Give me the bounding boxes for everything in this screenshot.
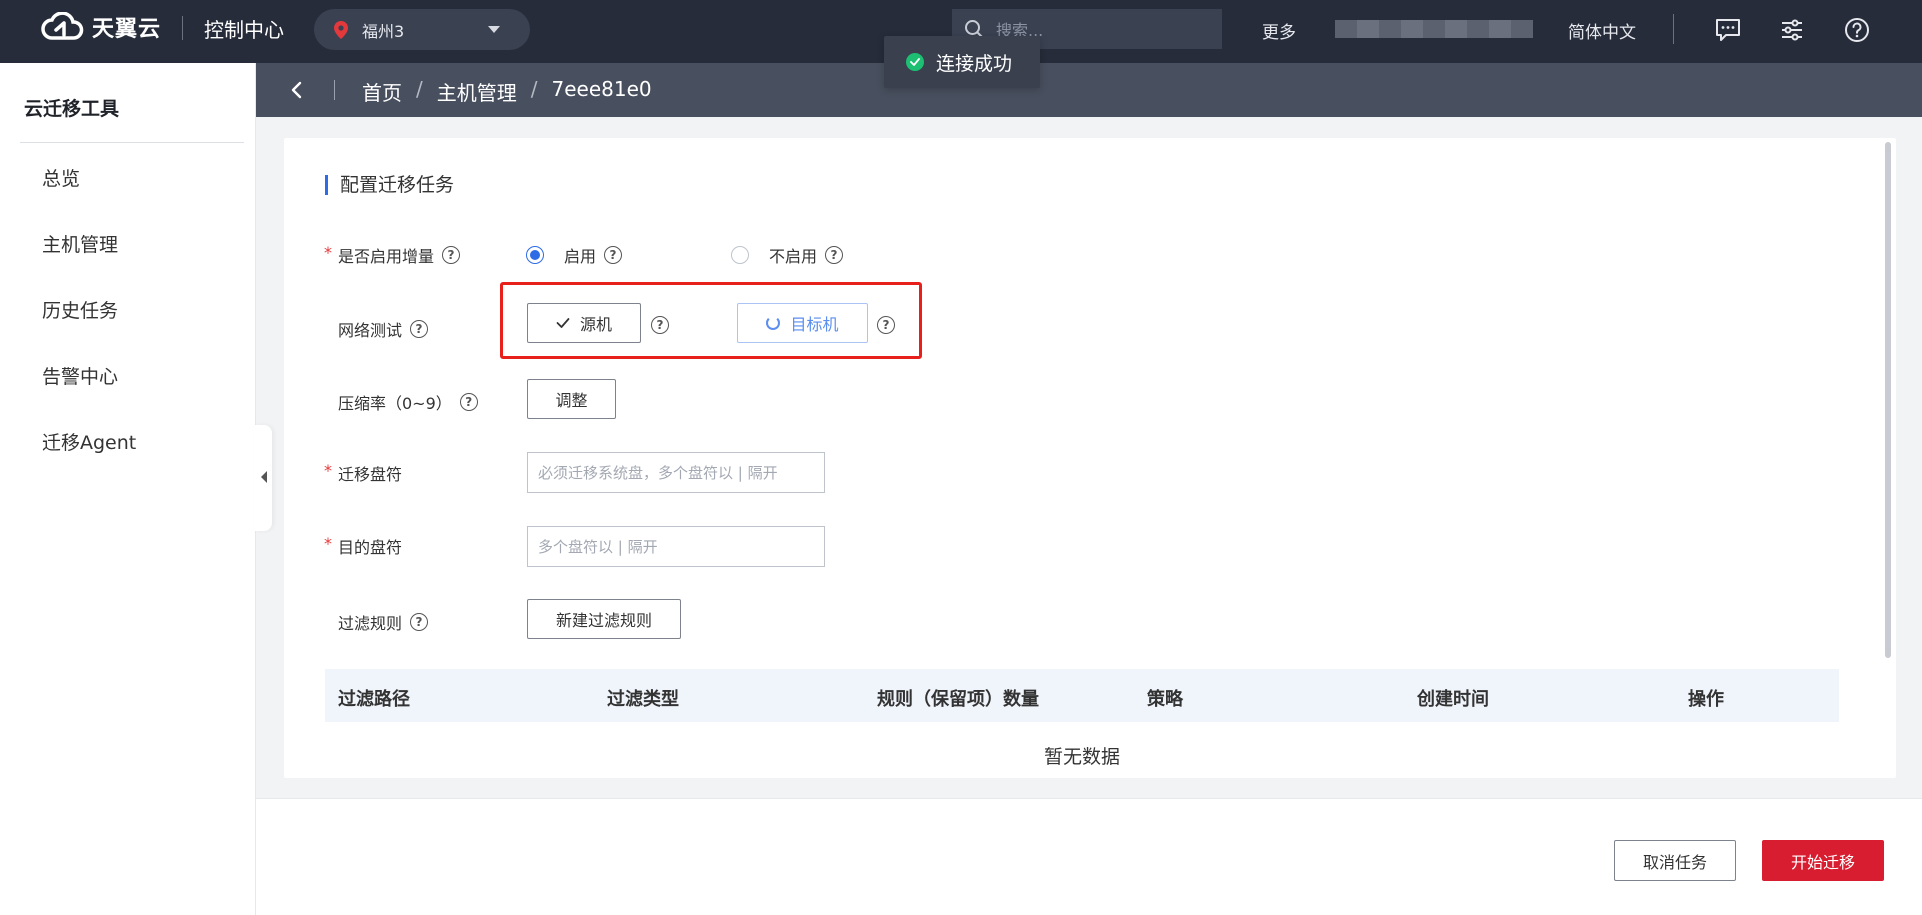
network-test-label: 网络测试 <box>338 321 403 340</box>
console-title[interactable]: 控制中心 <box>204 14 284 43</box>
required-mark: * <box>324 461 332 480</box>
account-name-masked[interactable] <box>1335 20 1533 38</box>
filter-rules-field-label: 过滤规则 ? <box>338 610 429 634</box>
target-machine-label: 目标机 <box>790 315 839 334</box>
sidebar-item-migration-agent[interactable]: 迁移Agent <box>42 428 136 455</box>
help-icon[interactable]: ? <box>459 393 478 411</box>
filter-rules-table-header: 过滤路径 过滤类型 规则（保留项）数量 策略 创建时间 操作 <box>325 669 1839 722</box>
help-icon[interactable]: ? <box>877 316 895 334</box>
sidebar-collapse-handle[interactable] <box>254 425 272 531</box>
migrate-drive-input[interactable]: 必须迁移系统盘，多个盘符以 | 隔开 <box>527 452 825 493</box>
section-title: 配置迁移任务 <box>325 175 454 195</box>
new-filter-rule-button[interactable]: 新建过滤规则 <box>527 599 681 639</box>
sidebar-title: 云迁移工具 <box>24 98 120 120</box>
region-name: 福州3 <box>362 21 405 41</box>
incremental-field-label: 是否启用增量 ? <box>338 243 461 267</box>
required-mark: * <box>324 534 332 553</box>
loading-spinner-icon <box>766 316 781 330</box>
toast-message: 连接成功 <box>936 52 1013 75</box>
new-filter-rule-label: 新建过滤规则 <box>555 611 652 630</box>
help-icon[interactable]: ? <box>410 320 429 338</box>
adjust-compression-button[interactable]: 调整 <box>527 379 616 419</box>
sidebar-item-host-management[interactable]: 主机管理 <box>42 230 118 257</box>
column-header: 创建时间 <box>1417 689 1489 710</box>
help-icon[interactable]: ? <box>651 316 669 334</box>
scrollbar[interactable] <box>1885 142 1891 658</box>
divider <box>20 142 244 143</box>
target-machine-test-button[interactable]: 目标机 <box>737 303 868 343</box>
back-button[interactable] <box>284 77 310 103</box>
dest-drive-input[interactable]: 多个盘符以 | 隔开 <box>527 526 825 567</box>
sidebar-item-alert-center[interactable]: 告警中心 <box>42 362 118 389</box>
sidebar: 云迁移工具 总览 主机管理 历史任务 告警中心 迁移Agent <box>0 63 256 915</box>
compression-label: 压缩率（0~9） <box>338 394 452 413</box>
breadcrumb-separator: / <box>530 77 538 101</box>
cloud-logo-icon <box>41 12 84 40</box>
column-header: 操作 <box>1688 689 1724 710</box>
radio-enable[interactable]: 启用 ? <box>526 243 623 267</box>
breadcrumb-separator: / <box>416 77 423 101</box>
divider <box>182 16 183 40</box>
start-migration-label: 开始迁移 <box>1790 852 1855 872</box>
sidebar-item-history-tasks[interactable]: 历史任务 <box>42 296 118 323</box>
migrate-drive-placeholder: 必须迁移系统盘，多个盘符以 | 隔开 <box>538 464 778 482</box>
column-header: 过滤类型 <box>607 689 679 710</box>
radio-disable[interactable]: 不启用 ? <box>731 243 844 267</box>
more-menu[interactable]: 更多 <box>1262 18 1296 43</box>
network-test-field-label: 网络测试 ? <box>338 317 429 341</box>
caret-left-icon <box>261 471 267 483</box>
sidebar-item-overview[interactable]: 总览 <box>42 164 80 191</box>
breadcrumb: 首页 / 主机管理 / 7eee81e0 <box>362 77 652 106</box>
required-mark: * <box>324 243 332 262</box>
help-icon[interactable]: ? <box>442 246 461 264</box>
radio-checked <box>526 246 544 264</box>
migrate-drive-label: 迁移盘符 <box>338 465 403 484</box>
column-header: 过滤路径 <box>338 689 410 710</box>
source-machine-test-button[interactable]: 源机 <box>527 303 641 343</box>
breadcrumb-home[interactable]: 首页 <box>362 77 402 106</box>
help-icon[interactable]: ? <box>410 613 429 631</box>
success-toast: 连接成功 <box>884 36 1040 88</box>
radio-enable-label: 启用 <box>564 247 597 266</box>
language-selector[interactable]: 简体中文 <box>1568 18 1636 43</box>
check-icon <box>556 318 570 328</box>
dest-drive-label: 目的盘符 <box>338 538 403 557</box>
source-machine-label: 源机 <box>579 315 612 334</box>
column-header: 策略 <box>1147 689 1183 710</box>
chevron-down-icon <box>488 26 500 33</box>
success-check-icon <box>906 53 924 71</box>
column-header: 规则（保留项）数量 <box>877 689 1039 710</box>
sliders-icon[interactable] <box>1778 16 1806 44</box>
incremental-label: 是否启用增量 <box>338 247 435 266</box>
brand-name: 天翼云 <box>92 17 162 42</box>
cancel-task-button[interactable]: 取消任务 <box>1614 840 1736 881</box>
region-selector[interactable]: 福州3 <box>314 9 530 50</box>
cancel-task-label: 取消任务 <box>1642 852 1707 872</box>
dest-drive-placeholder: 多个盘符以 | 隔开 <box>538 538 658 556</box>
breadcrumb-host-management[interactable]: 主机管理 <box>437 77 517 106</box>
start-migration-button[interactable]: 开始迁移 <box>1762 840 1884 881</box>
help-icon[interactable] <box>1843 16 1871 44</box>
message-icon[interactable] <box>1714 16 1742 44</box>
filter-rules-label: 过滤规则 <box>338 614 403 633</box>
breadcrumb-bar: 首页 / 主机管理 / 7eee81e0 <box>256 63 1922 117</box>
divider <box>1673 14 1674 44</box>
adjust-label: 调整 <box>555 391 588 410</box>
help-icon[interactable]: ? <box>825 246 844 264</box>
radio-unchecked <box>731 246 749 264</box>
divider <box>334 80 335 100</box>
radio-disable-label: 不启用 <box>769 247 818 266</box>
table-empty-text: 暂无数据 <box>1044 746 1121 768</box>
brand-logo[interactable]: 天翼云 <box>40 11 161 43</box>
compression-field-label: 压缩率（0~9） ? <box>338 390 478 414</box>
location-pin-icon <box>334 20 348 39</box>
chevron-left-icon <box>291 81 302 99</box>
breadcrumb-current-host: 7eee81e0 <box>551 77 652 101</box>
help-icon[interactable]: ? <box>604 246 623 264</box>
